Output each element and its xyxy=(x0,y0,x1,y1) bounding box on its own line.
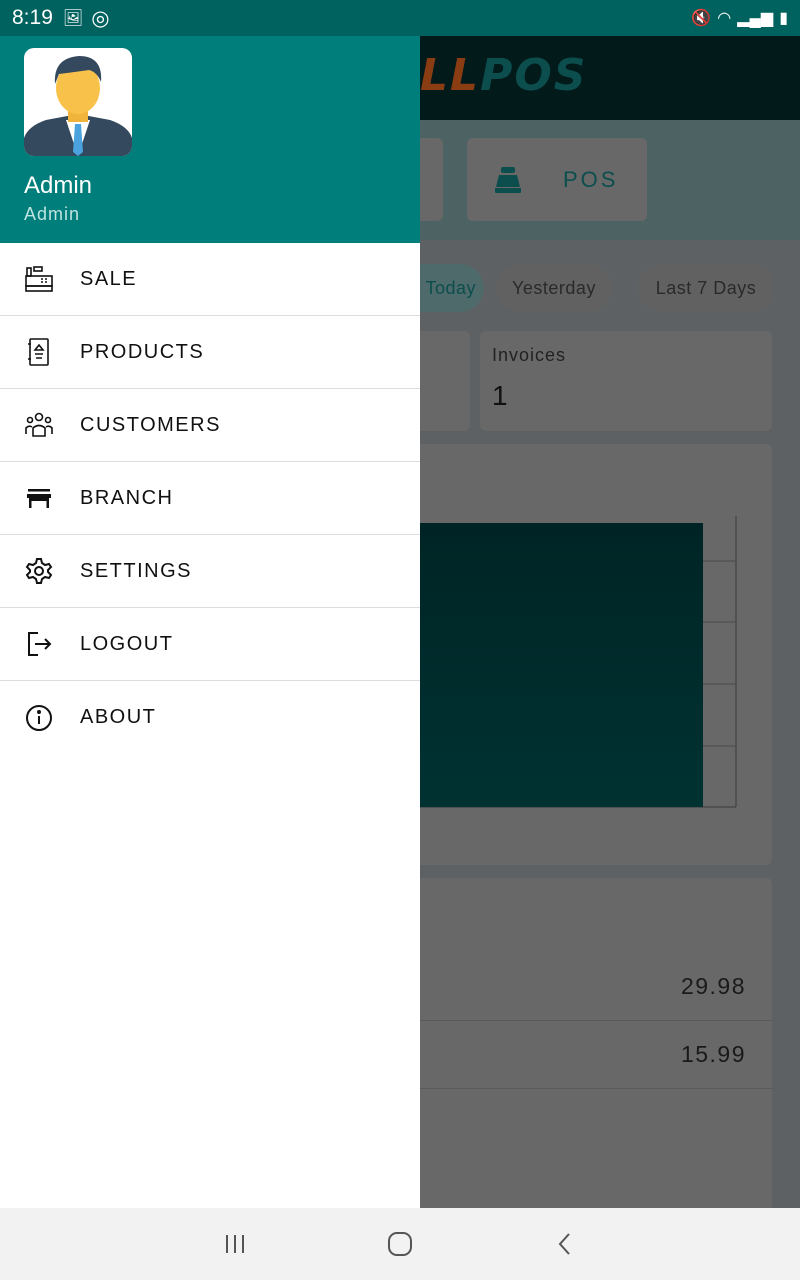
sales-chart xyxy=(400,516,737,808)
back-button[interactable] xyxy=(553,1232,577,1256)
table-row: 15.99 xyxy=(400,1020,772,1089)
status-bar: 8:19 🖼 ◎ 🔇 ◠ ▂▄▆ ▮ xyxy=(0,0,800,36)
store-icon xyxy=(27,489,51,508)
menu-item-logout[interactable]: LOGOUT xyxy=(0,608,420,681)
menu-label: PRODUCTS xyxy=(80,340,205,363)
sync-icon: ◎ xyxy=(91,6,110,30)
cash-register-icon xyxy=(25,266,53,292)
user-role: Admin xyxy=(24,204,81,224)
menu-item-about[interactable]: ABOUT xyxy=(0,681,420,754)
chart-bar xyxy=(400,523,703,807)
invoices-card: Invoices 1 xyxy=(480,331,772,431)
avatar[interactable] xyxy=(24,48,132,156)
menu-item-branch[interactable]: BRANCH xyxy=(0,462,420,535)
logout-icon xyxy=(28,632,52,656)
sales-table-card: 29.98 15.99 xyxy=(400,878,772,1218)
gear-icon xyxy=(25,558,53,584)
menu-label: CUSTOMERS xyxy=(80,413,221,436)
user-name: Admin xyxy=(24,172,93,199)
signal-icon: ▂▄▆ xyxy=(737,10,774,27)
drawer-header: Admin Admin xyxy=(0,36,420,243)
pos-button[interactable]: POS xyxy=(467,138,647,221)
menu-label: SETTINGS xyxy=(80,559,193,582)
invoices-value: 1 xyxy=(492,380,508,411)
filter-yesterday[interactable]: Yesterday xyxy=(496,264,612,312)
sales-chart-card xyxy=(400,444,772,865)
menu-item-settings[interactable]: SETTINGS xyxy=(0,535,420,608)
menu-item-customers[interactable]: CUSTOMERS xyxy=(0,389,420,462)
table-row: 29.98 xyxy=(400,952,772,1021)
recents-button[interactable] xyxy=(223,1232,247,1256)
image-icon: 🖼 xyxy=(62,10,84,27)
wifi-icon: ◠ xyxy=(717,10,732,27)
info-icon xyxy=(26,704,52,731)
navigation-drawer: Admin Admin SALE PRODUCTS CUSTOMERS BRAN… xyxy=(0,36,420,1208)
mute-icon: 🔇 xyxy=(691,10,712,27)
menu-item-sale[interactable]: SALE xyxy=(0,243,420,316)
menu-label: BRANCH xyxy=(80,486,174,509)
menu-label: LOGOUT xyxy=(80,632,174,655)
invoices-label: Invoices xyxy=(492,345,567,365)
status-time: 8:19 xyxy=(12,6,53,29)
home-button[interactable] xyxy=(387,1231,413,1257)
menu-label: SALE xyxy=(80,267,138,290)
menu-label: ABOUT xyxy=(80,706,157,728)
app-logo: LLPOS xyxy=(420,50,588,101)
menu-item-products[interactable]: PRODUCTS xyxy=(0,316,420,389)
filter-last-7-days[interactable]: Last 7 Days xyxy=(638,264,774,312)
battery-icon: ▮ xyxy=(779,10,788,27)
product-catalog-icon xyxy=(28,338,49,366)
pos-label: POS xyxy=(563,166,619,192)
cash-register-icon xyxy=(495,166,521,193)
customers-icon xyxy=(25,412,53,437)
system-nav-bar xyxy=(0,1208,800,1280)
